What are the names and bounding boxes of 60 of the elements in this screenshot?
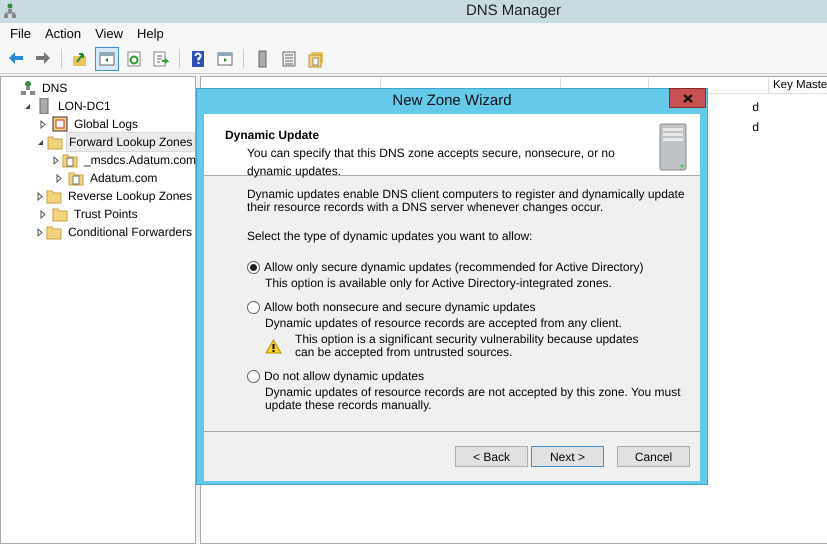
toolbar-button[interactable] xyxy=(95,47,119,71)
folder-icon xyxy=(52,206,68,222)
server-icon xyxy=(658,122,688,172)
tree-item[interactable]: Trust Points xyxy=(71,204,141,224)
page-heading: Dynamic Update xyxy=(225,127,320,144)
refresh-icon xyxy=(125,50,143,68)
table-cell-text: d xyxy=(752,119,759,136)
tree-item[interactable]: Conditional Forwarders xyxy=(65,222,196,242)
help-icon xyxy=(189,50,207,68)
wizard-button[interactable]: Cancel xyxy=(617,446,690,467)
option-label[interactable]: Do not allow dynamic updates xyxy=(264,367,424,385)
close-icon xyxy=(682,94,692,102)
window-title: DNS Manager xyxy=(464,1,562,22)
folder-document-icon xyxy=(62,152,78,168)
pane-icon xyxy=(98,50,116,68)
menu-item[interactable]: Help xyxy=(137,24,164,44)
folder-icon xyxy=(47,134,63,150)
menu-item[interactable]: Action xyxy=(44,24,82,44)
export-list-icon xyxy=(152,50,170,68)
list-icon xyxy=(280,50,298,68)
log-book-icon xyxy=(52,116,68,132)
folder-icon xyxy=(46,188,62,204)
warning-icon xyxy=(265,338,282,354)
table-cell-text: d xyxy=(752,99,759,116)
warning-text: This option is a significant security vulnerability because updates can be accepted from untrusted sources. xyxy=(295,333,640,359)
folder-arrow-icon xyxy=(71,50,89,68)
intro-text: Dynamic updates enable DNS client computers to register and dynamically update their resource records with a DNS server whenever changes occur. xyxy=(247,188,686,214)
tree-item[interactable]: Global Logs xyxy=(71,114,142,134)
folder-icon xyxy=(46,224,62,240)
pane-icon xyxy=(216,50,234,68)
menu-item[interactable]: File xyxy=(10,24,31,44)
option-description: This option is available only for Active Directory-integrated zones. xyxy=(264,277,613,290)
option-description: Dynamic updates of resource records are not accepted by this zone. You must update these records manually. xyxy=(264,386,682,412)
collapse-icon[interactable] xyxy=(24,102,30,110)
page-description: You can specify that this DNS zone accepts secure, nonsecure, or no dynamic updates. xyxy=(246,145,616,180)
tree-item[interactable]: DNS xyxy=(39,78,70,98)
wizard-button[interactable]: Next > xyxy=(531,446,604,467)
tree-item[interactable]: LON-DC1 xyxy=(55,96,114,116)
wizard-button[interactable]: < Back xyxy=(455,446,528,467)
menu-item[interactable]: View xyxy=(95,24,124,44)
tree-item[interactable]: Forward Lookup Zones xyxy=(66,132,196,152)
network-icon xyxy=(3,3,17,19)
radio-button[interactable] xyxy=(247,260,260,274)
network-icon xyxy=(20,80,36,96)
dialog-title: New Zone Wizard xyxy=(392,91,512,112)
prompt-text: Select the type of dynamic updates you want to allow: xyxy=(247,228,534,245)
column-header[interactable]: Key Maste xyxy=(769,77,827,93)
expand-icon[interactable] xyxy=(40,120,46,128)
option-label[interactable]: Allow both nonsecure and secure dynamic updates xyxy=(264,298,536,316)
folder-document-icon xyxy=(307,50,325,68)
close-button[interactable] xyxy=(669,88,706,108)
tree-item[interactable]: Reverse Lookup Zones xyxy=(65,186,196,206)
tree-item[interactable]: Adatum.com xyxy=(87,168,160,188)
tree-item[interactable]: _msdcs.Adatum.com xyxy=(81,150,200,170)
option-description: Dynamic updates of resource records are accepted from any client. xyxy=(264,317,623,330)
radio-button[interactable] xyxy=(247,300,260,314)
option-label[interactable]: Allow only secure dynamic updates (recommended for Active Directory) xyxy=(264,258,644,276)
collapse-icon[interactable] xyxy=(37,138,44,146)
radio-button[interactable] xyxy=(247,370,260,382)
folder-document-icon xyxy=(68,170,84,186)
